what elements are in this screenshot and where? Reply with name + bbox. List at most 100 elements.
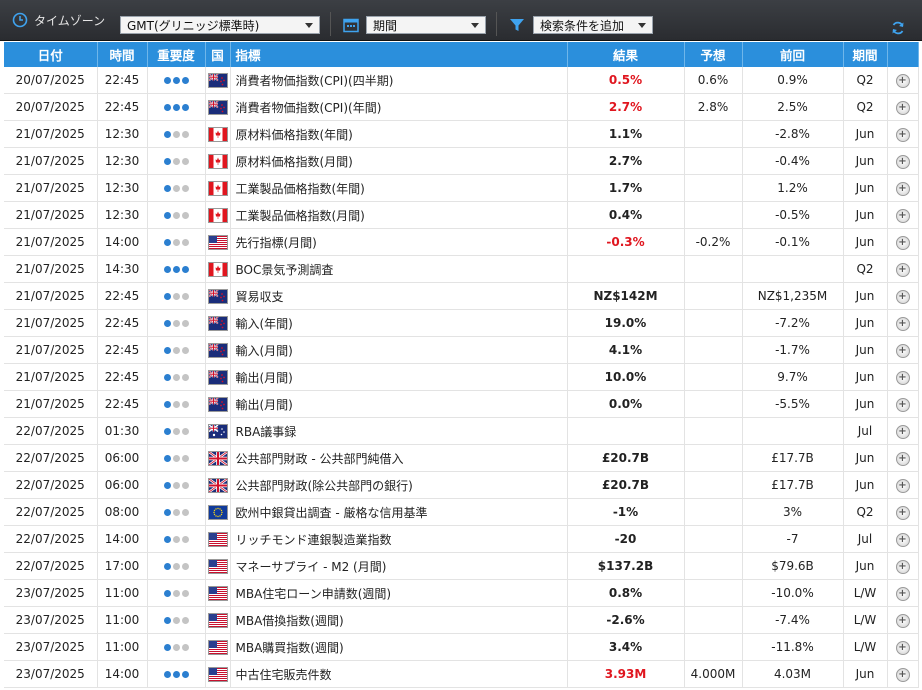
- expand-plus-icon[interactable]: +: [895, 398, 910, 412]
- filter-select[interactable]: 検索条件を追加: [533, 16, 653, 34]
- calendar-icon[interactable]: [343, 17, 359, 33]
- expand-plus-icon[interactable]: +: [895, 641, 910, 655]
- cell-expand[interactable]: +: [887, 282, 919, 310]
- cell-indicator[interactable]: BOC景気予測調査: [230, 255, 568, 283]
- table-row[interactable]: 21/07/2025 12:30 原材料価格指数(年間) 1.1% -2.8% Jun +: [4, 120, 919, 148]
- expand-plus-icon[interactable]: +: [895, 74, 910, 88]
- cell-indicator[interactable]: 消費者物価指数(CPI)(四半期): [230, 67, 568, 94]
- expand-plus-icon[interactable]: +: [895, 155, 910, 169]
- cell-expand[interactable]: +: [887, 390, 919, 418]
- cell-expand[interactable]: +: [887, 525, 919, 553]
- cell-expand[interactable]: +: [887, 444, 919, 472]
- expand-plus-icon[interactable]: +: [895, 614, 910, 628]
- cell-indicator[interactable]: リッチモンド連銀製造業指数: [230, 525, 568, 553]
- cell-expand[interactable]: +: [887, 201, 919, 229]
- cell-expand[interactable]: +: [887, 606, 919, 634]
- table-row[interactable]: 21/07/2025 22:45 輸出(月間) 0.0% -5.5% Jun +: [4, 390, 919, 418]
- table-row[interactable]: 21/07/2025 12:30 原材料価格指数(月間) 2.7% -0.4% Jun +: [4, 147, 919, 175]
- cell-indicator[interactable]: 先行指標(月間): [230, 228, 568, 256]
- expand-plus-icon[interactable]: +: [895, 263, 910, 277]
- cell-indicator[interactable]: RBA議事録: [230, 417, 568, 445]
- cell-indicator[interactable]: 中古住宅販売件数: [230, 660, 568, 688]
- table-row[interactable]: 23/07/2025 11:00 MBA住宅ローン申請数(週間) 0.8% -10.0%…: [4, 579, 919, 607]
- expand-plus-icon[interactable]: +: [895, 506, 910, 520]
- table-row[interactable]: 21/07/2025 14:30 BOC景気予測調査 Q2 +: [4, 255, 919, 283]
- cell-expand[interactable]: +: [887, 552, 919, 580]
- table-row[interactable]: 23/07/2025 11:00 MBA借換指数(週間) -2.6% -7.4% L/W +: [4, 606, 919, 634]
- table-row[interactable]: 21/07/2025 22:45 輸出(月間) 10.0% 9.7% Jun +: [4, 363, 919, 391]
- cell-expand[interactable]: +: [887, 93, 919, 121]
- cell-expand[interactable]: +: [887, 417, 919, 445]
- table-row[interactable]: 21/07/2025 22:45 輸入(月間) 4.1% -1.7% Jun +: [4, 336, 919, 364]
- col-header-importance[interactable]: 重要度: [147, 42, 206, 67]
- table-row[interactable]: 22/07/2025 08:00 欧州中銀貸出調査 - 厳格な信用基準 -1% 3% Q2…: [4, 498, 919, 526]
- cell-indicator[interactable]: MBA購買指数(週間): [230, 633, 568, 661]
- cell-expand[interactable]: +: [887, 471, 919, 499]
- cell-indicator[interactable]: 原材料価格指数(月間): [230, 147, 568, 175]
- cell-indicator[interactable]: MBA住宅ローン申請数(週間): [230, 579, 568, 607]
- cell-indicator[interactable]: 輸出(月間): [230, 363, 568, 391]
- table-row[interactable]: 22/07/2025 14:00 リッチモンド連銀製造業指数 -20 -7 Jul +: [4, 525, 919, 553]
- expand-plus-icon[interactable]: +: [895, 236, 910, 250]
- table-row[interactable]: 21/07/2025 22:45 輸入(年間) 19.0% -7.2% Jun +: [4, 309, 919, 337]
- table-row[interactable]: 22/07/2025 06:00 公共部門財政(除公共部門の銀行) £20.7B £17…: [4, 471, 919, 499]
- table-row[interactable]: 20/07/2025 22:45 消費者物価指数(CPI)(四半期) 0.5% 0.6%…: [4, 67, 919, 94]
- table-row[interactable]: 21/07/2025 14:00 先行指標(月間) -0.3% -0.2% -0.1% Ju…: [4, 228, 919, 256]
- cell-indicator[interactable]: マネーサプライ - M2 (月間): [230, 552, 568, 580]
- expand-plus-icon[interactable]: +: [895, 209, 910, 223]
- cell-expand[interactable]: +: [887, 363, 919, 391]
- expand-plus-icon[interactable]: +: [895, 533, 910, 547]
- table-row[interactable]: 21/07/2025 22:45 貿易収支 NZ$142M NZ$1,235M Jun +: [4, 282, 919, 310]
- expand-plus-icon[interactable]: +: [895, 182, 910, 196]
- cell-expand[interactable]: +: [887, 579, 919, 607]
- table-row[interactable]: 22/07/2025 01:30 RBA議事録 Jul +: [4, 417, 919, 445]
- expand-plus-icon[interactable]: +: [895, 587, 910, 601]
- expand-plus-icon[interactable]: +: [895, 317, 910, 331]
- cell-expand[interactable]: +: [887, 309, 919, 337]
- cell-indicator[interactable]: 消費者物価指数(CPI)(年間): [230, 93, 568, 121]
- filter-icon[interactable]: [509, 17, 525, 33]
- expand-plus-icon[interactable]: +: [895, 344, 910, 358]
- cell-indicator[interactable]: MBA借換指数(週間): [230, 606, 568, 634]
- cell-expand[interactable]: +: [887, 228, 919, 256]
- expand-plus-icon[interactable]: +: [895, 479, 910, 493]
- expand-plus-icon[interactable]: +: [895, 425, 910, 439]
- table-row[interactable]: 23/07/2025 14:00 中古住宅販売件数 3.93M 4.000M 4.03M J…: [4, 660, 919, 688]
- period-select[interactable]: 期間: [366, 16, 486, 34]
- cell-indicator[interactable]: 輸入(月間): [230, 336, 568, 364]
- cell-expand[interactable]: +: [887, 255, 919, 283]
- col-header-forecast[interactable]: 予想: [684, 42, 743, 67]
- table-row[interactable]: 23/07/2025 11:00 MBA購買指数(週間) 3.4% -11.8% L/W +: [4, 633, 919, 661]
- col-header-indicator[interactable]: 指標: [230, 42, 568, 67]
- expand-plus-icon[interactable]: +: [895, 290, 910, 304]
- cell-expand[interactable]: +: [887, 336, 919, 364]
- col-header-period[interactable]: 期間: [843, 42, 888, 67]
- table-row[interactable]: 21/07/2025 12:30 工業製品価格指数(年間) 1.7% 1.2% Jun +: [4, 174, 919, 202]
- timezone-select[interactable]: GMT(グリニッジ標準時): [120, 16, 320, 34]
- expand-plus-icon[interactable]: +: [895, 452, 910, 466]
- cell-indicator[interactable]: 欧州中銀貸出調査 - 厳格な信用基準: [230, 498, 568, 526]
- cell-indicator[interactable]: 公共部門財政 - 公共部門純借入: [230, 444, 568, 472]
- cell-indicator[interactable]: 工業製品価格指数(年間): [230, 174, 568, 202]
- cell-indicator[interactable]: 貿易収支: [230, 282, 568, 310]
- cell-expand[interactable]: +: [887, 633, 919, 661]
- refresh-icon[interactable]: [891, 21, 905, 35]
- expand-plus-icon[interactable]: +: [895, 371, 910, 385]
- cell-expand[interactable]: +: [887, 660, 919, 688]
- table-row[interactable]: 21/07/2025 12:30 工業製品価格指数(月間) 0.4% -0.5% Jun +: [4, 201, 919, 229]
- table-row[interactable]: 22/07/2025 06:00 公共部門財政 - 公共部門純借入 £20.7B £17…: [4, 444, 919, 472]
- table-row[interactable]: 22/07/2025 17:00 マネーサプライ - M2 (月間) $137.2B $…: [4, 552, 919, 580]
- cell-expand[interactable]: +: [887, 498, 919, 526]
- col-header-date[interactable]: 日付: [4, 42, 98, 67]
- table-row[interactable]: 20/07/2025 22:45 消費者物価指数(CPI)(年間) 2.7% 2.8% 2…: [4, 93, 919, 121]
- cell-indicator[interactable]: 公共部門財政(除公共部門の銀行): [230, 471, 568, 499]
- col-header-actual[interactable]: 結果: [567, 42, 685, 67]
- expand-plus-icon[interactable]: +: [895, 668, 910, 682]
- col-header-previous[interactable]: 前回: [742, 42, 844, 67]
- expand-plus-icon[interactable]: +: [895, 101, 910, 115]
- cell-indicator[interactable]: 輸出(月間): [230, 390, 568, 418]
- col-header-time[interactable]: 時間: [97, 42, 148, 67]
- cell-indicator[interactable]: 原材料価格指数(年間): [230, 120, 568, 148]
- cell-expand[interactable]: +: [887, 120, 919, 148]
- timezone-control[interactable]: タイムゾーン: [12, 9, 105, 31]
